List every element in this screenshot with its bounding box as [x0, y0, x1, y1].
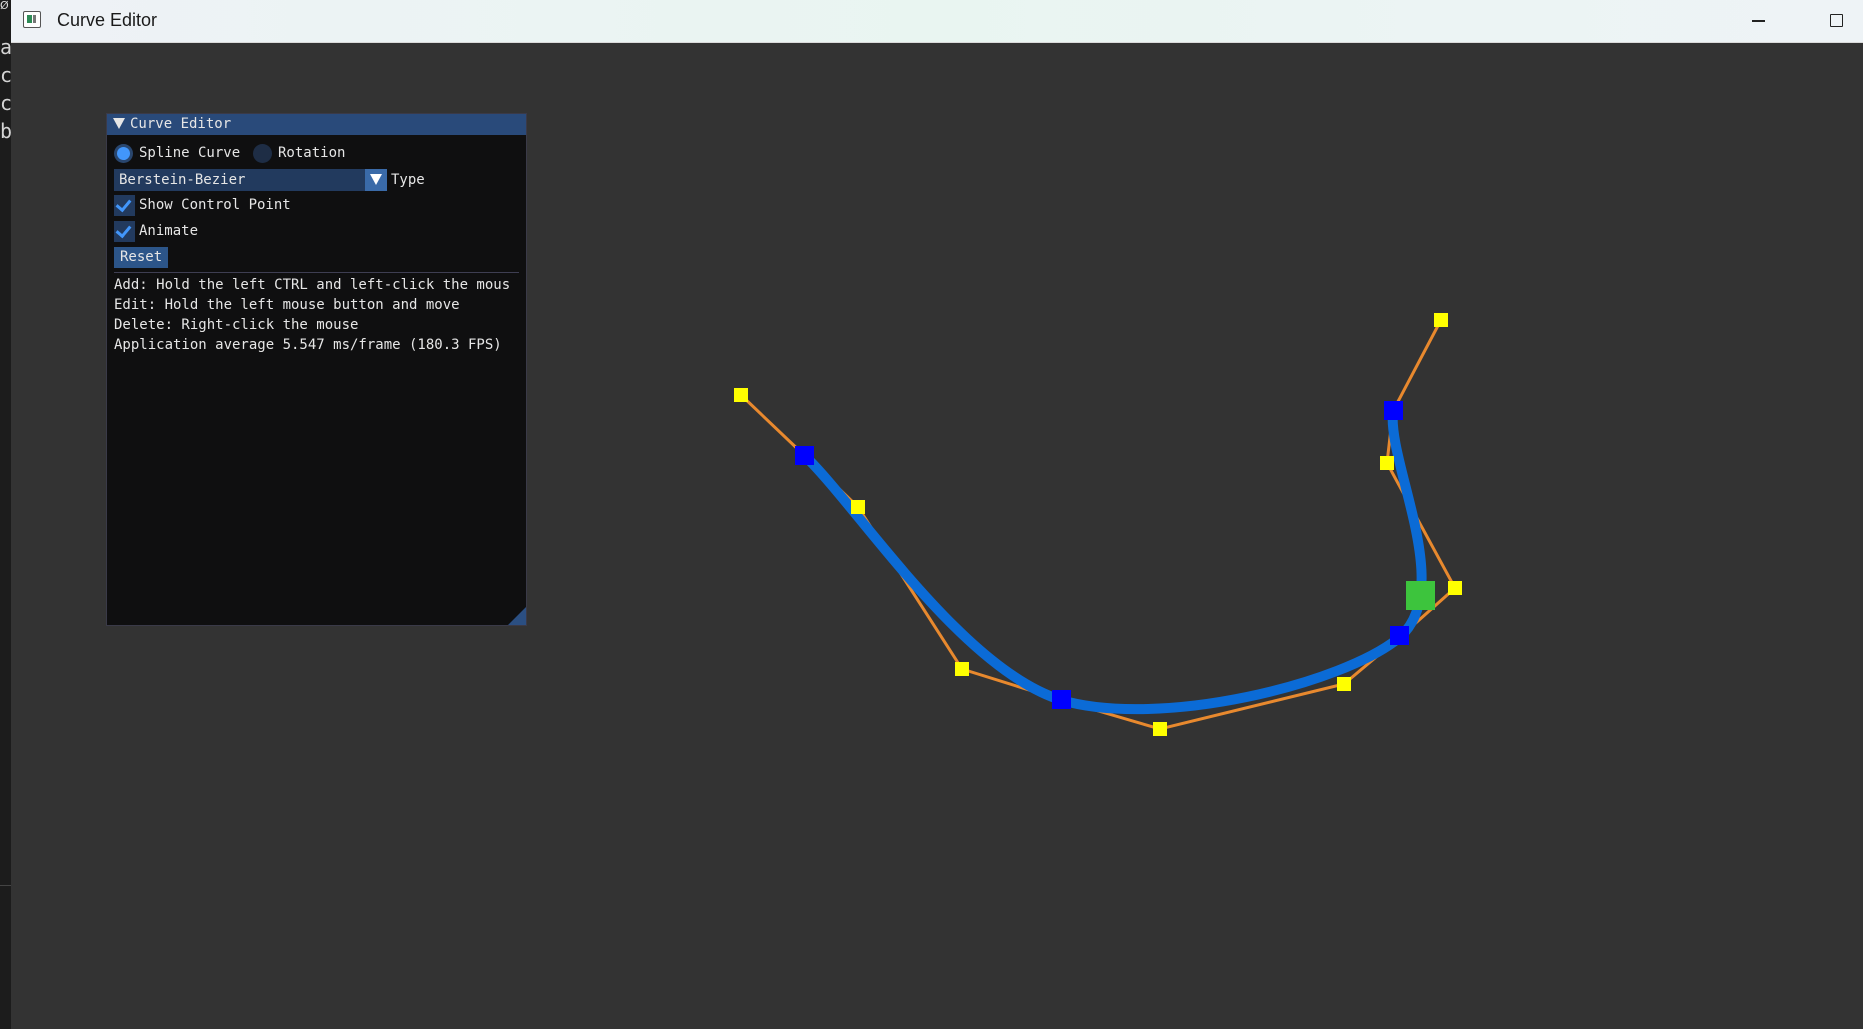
spline-curve-radio[interactable] [114, 144, 133, 163]
anchor-control-point[interactable] [795, 446, 814, 465]
handle-control-point[interactable] [955, 662, 969, 676]
fps-readout: Application average 5.547 ms/frame (180.… [114, 337, 502, 353]
show-control-point-label: Show Control Point [139, 197, 291, 213]
handle-control-point[interactable] [1153, 722, 1167, 736]
handle-control-point[interactable] [851, 500, 865, 514]
help-edit: Edit: Hold the left mouse button and mov… [114, 297, 460, 313]
animated-marker [1406, 581, 1435, 610]
handle-control-point[interactable] [1434, 313, 1448, 327]
type-combo-value: Berstein-Bezier [119, 172, 246, 188]
spline-curve [800, 406, 1427, 715]
animate-label: Animate [139, 223, 199, 239]
collapse-triangle-icon[interactable] [113, 118, 125, 129]
anchor-control-point[interactable] [1390, 626, 1409, 645]
anchor-control-point[interactable] [1052, 690, 1071, 709]
reset-button[interactable]: Reset [114, 247, 169, 268]
type-combo[interactable]: Berstein-Bezier [114, 169, 387, 191]
handle-control-point[interactable] [734, 388, 748, 402]
show-control-point-checkbox[interactable] [114, 195, 135, 216]
rotation-label: Rotation [278, 145, 346, 161]
type-label: Type [391, 172, 425, 188]
handle-control-point[interactable] [1337, 677, 1351, 691]
anchor-control-point[interactable] [1384, 401, 1403, 420]
help-delete: Delete: Right-click the mouse [114, 317, 359, 333]
handle-control-point[interactable] [1448, 581, 1462, 595]
help-add: Add: Hold the left CTRL and left-click t… [114, 277, 511, 293]
curve-editor-panel[interactable]: Curve Editor Spline Curve Rotation Berst… [106, 113, 527, 626]
panel-title: Curve Editor [130, 116, 232, 132]
rotation-radio[interactable] [253, 144, 272, 163]
separator [114, 272, 519, 273]
panel-resize-grip[interactable] [508, 607, 526, 625]
panel-title-bar[interactable]: Curve Editor [107, 114, 526, 135]
chevron-down-icon[interactable] [365, 169, 387, 191]
animate-checkbox[interactable] [114, 221, 135, 242]
handle-control-point[interactable] [1380, 456, 1394, 470]
spline-curve-label: Spline Curve [139, 145, 241, 161]
